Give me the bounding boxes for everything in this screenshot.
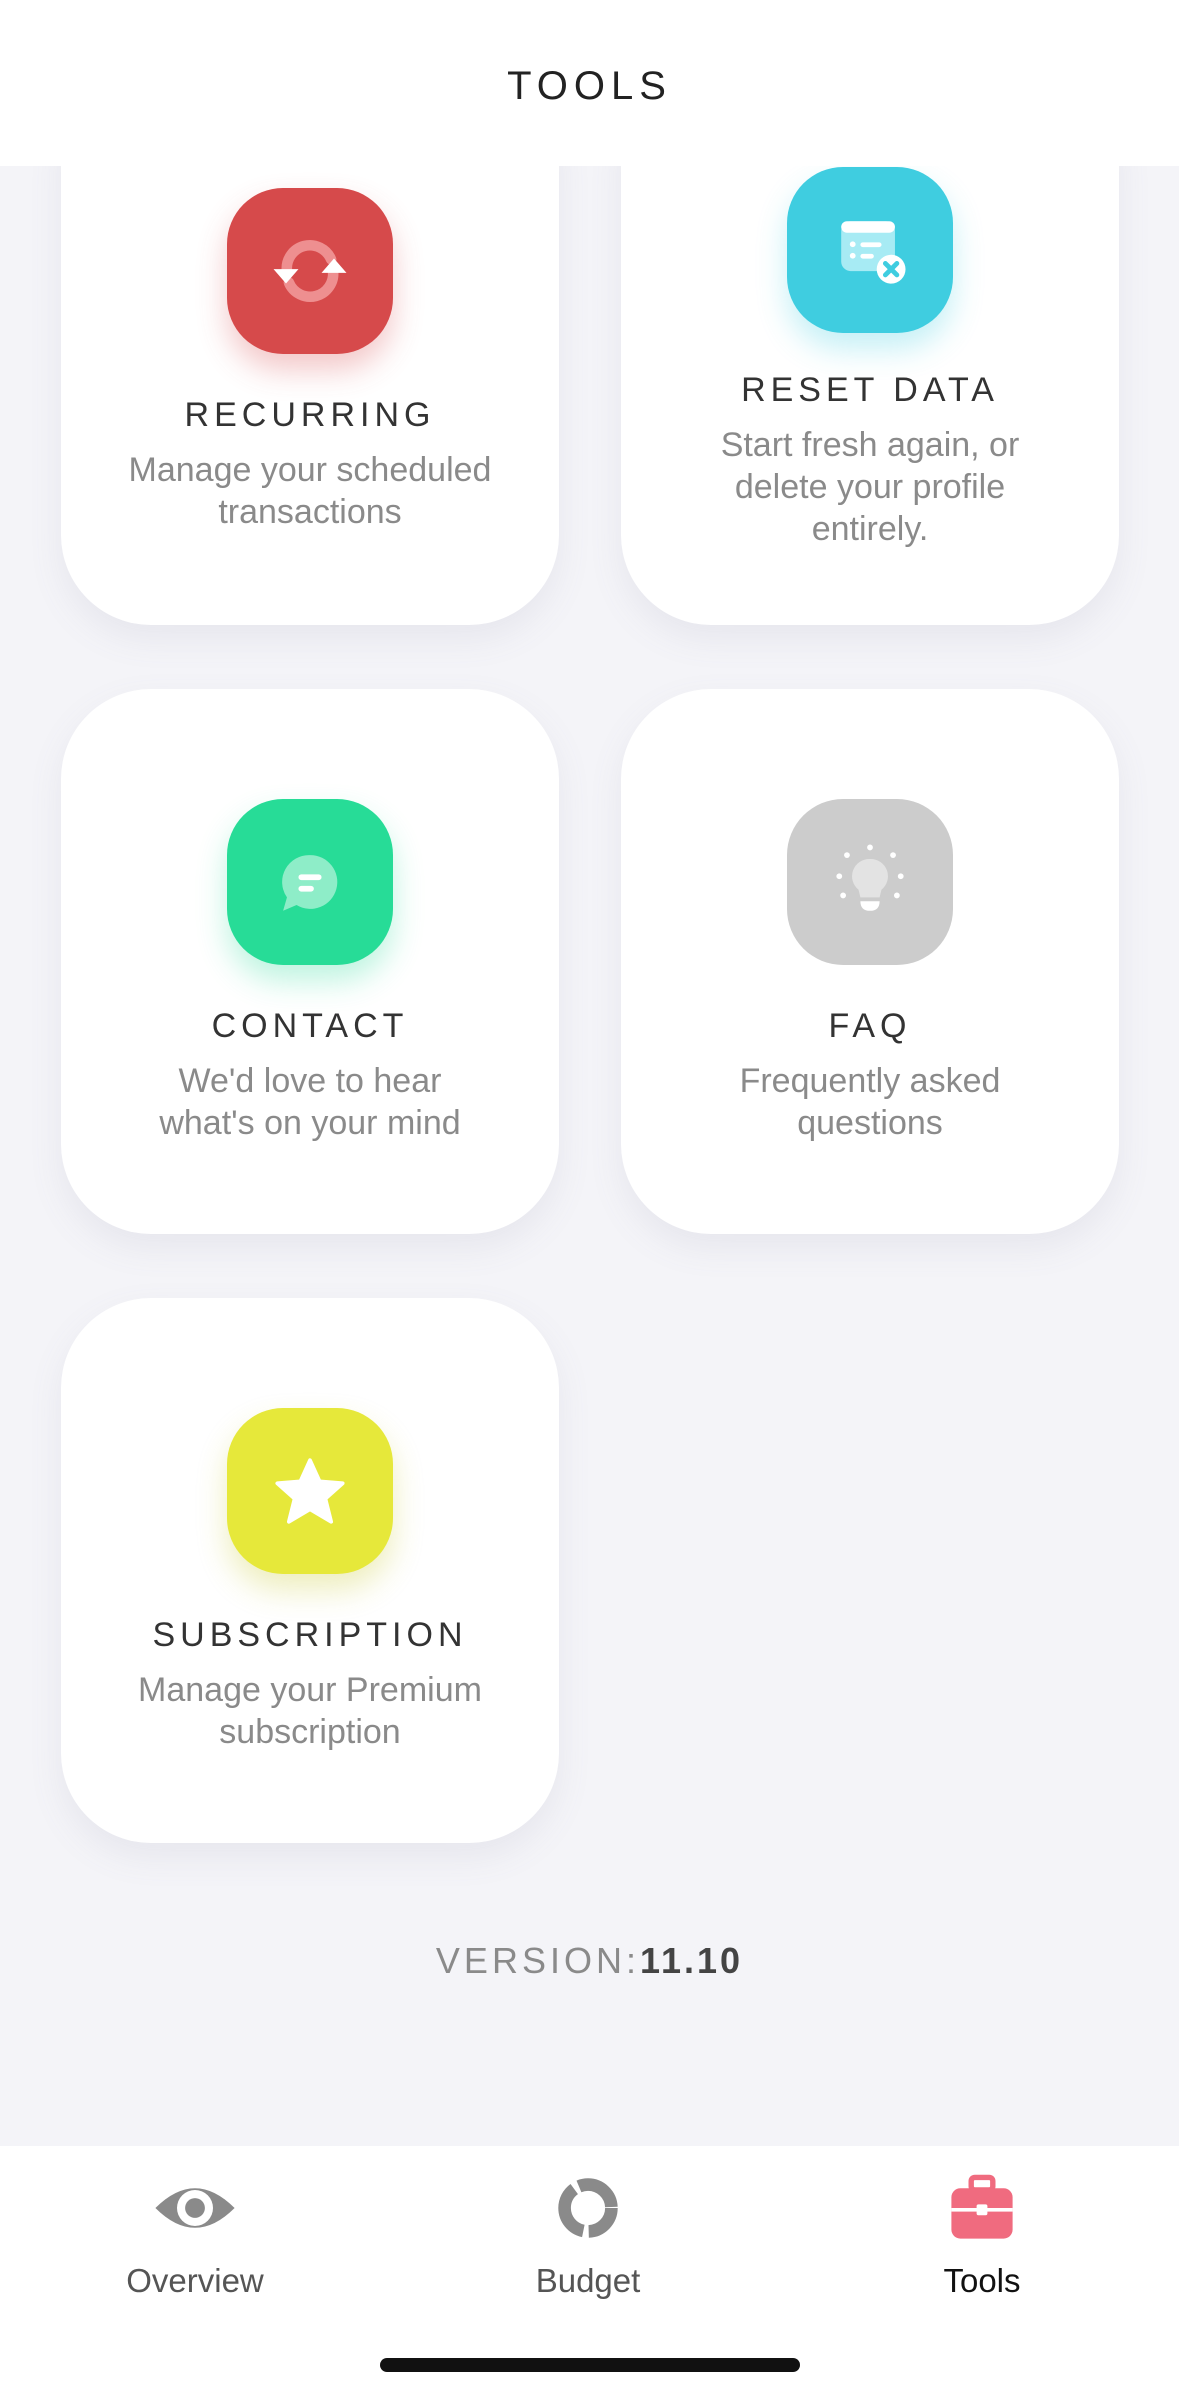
tab-budget-label: Budget xyxy=(535,2262,641,2299)
reset-data-description: Start fresh again, or delete your profil… xyxy=(720,426,1020,548)
tab-overview-label: Overview xyxy=(126,2262,264,2299)
recurring-title: RECURRING xyxy=(184,396,436,434)
subscription-tile xyxy=(227,1408,393,1574)
tab-tools-label: Tools xyxy=(943,2262,1021,2299)
toolbox-icon xyxy=(951,2174,1013,2239)
version-number: 11.10 xyxy=(639,1940,744,1981)
contact-tile xyxy=(227,799,393,965)
lightbulb-icon xyxy=(836,844,904,911)
version-info: VERSION:11.10 xyxy=(0,1940,1179,1982)
subscription-title: SUBSCRIPTION xyxy=(152,1616,468,1654)
chat-bubble-icon xyxy=(282,855,338,911)
recurring-icon xyxy=(273,240,347,302)
header: TOOLS xyxy=(0,0,1179,166)
tab-budget[interactable]: Budget xyxy=(438,2168,738,2300)
faq-description: Frequently asked questions xyxy=(739,1062,1001,1142)
faq-card[interactable]: FAQ Frequently asked questions xyxy=(621,689,1119,1234)
contact-title: CONTACT xyxy=(211,1007,409,1045)
contact-description: We'd love to hear what's on your mind xyxy=(159,1062,461,1142)
reset-data-title: RESET DATA xyxy=(741,371,999,409)
tab-tools[interactable]: Tools xyxy=(832,2168,1132,2300)
tab-overview[interactable]: Overview xyxy=(45,2168,345,2300)
faq-tile xyxy=(787,799,953,965)
recurring-description: Manage your scheduled transactions xyxy=(128,451,492,531)
contact-card[interactable]: CONTACT We'd love to hear what's on your… xyxy=(61,689,559,1234)
page-title: TOOLS xyxy=(507,63,672,108)
subscription-description: Manage your Premium subscription xyxy=(138,1671,482,1751)
subscription-card[interactable]: SUBSCRIPTION Manage your Premium subscri… xyxy=(61,1298,559,1843)
faq-title: FAQ xyxy=(828,1007,912,1045)
recurring-tile xyxy=(227,188,393,354)
donut-chart-icon xyxy=(558,2178,618,2238)
star-icon xyxy=(275,1458,345,1524)
eye-icon xyxy=(155,2188,235,2228)
reset-data-tile xyxy=(787,167,953,333)
reset-data-icon xyxy=(841,221,906,284)
version-label: VERSION: xyxy=(435,1940,640,1981)
home-indicator xyxy=(380,2358,800,2372)
